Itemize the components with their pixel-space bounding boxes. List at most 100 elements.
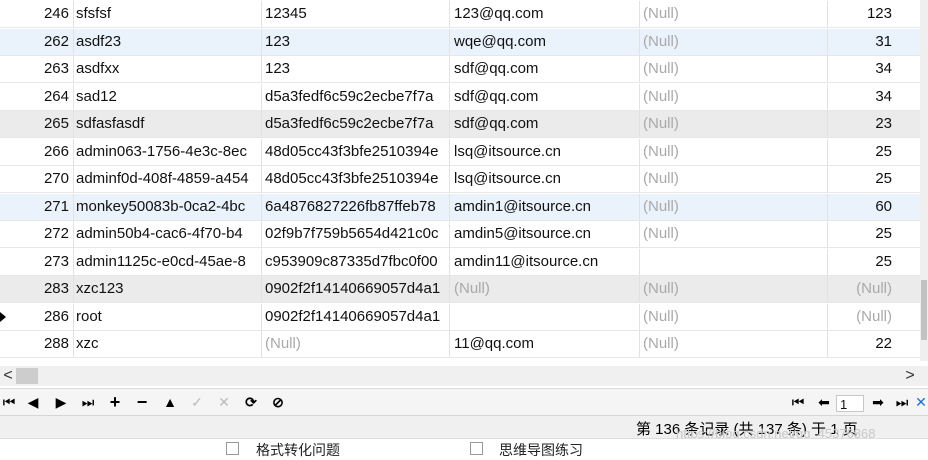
number-cell[interactable]: (Null) <box>828 276 920 302</box>
password-cell[interactable]: c953909c87335d7fbc0f00 <box>262 248 450 275</box>
value-cell[interactable]: (Null) <box>640 1 828 27</box>
row-id-cell[interactable]: 262 <box>10 28 74 55</box>
value-cell[interactable]: (Null) <box>640 166 828 192</box>
password-cell[interactable]: d5a3fedf6c59c2ecbe7f7a <box>262 83 450 110</box>
table-row[interactable]: 286 root 0902f2f14140669057d4a1 (Null) (Null… <box>0 303 920 331</box>
value-cell[interactable]: (Null) <box>640 276 828 302</box>
password-cell[interactable]: 0902f2f14140669057d4a1 <box>262 303 450 330</box>
first-record-icon[interactable]: ⏮ <box>0 391 18 413</box>
password-cell[interactable]: 48d05cc43f3bfe2510394e <box>262 138 450 165</box>
vertical-scrollbar[interactable] <box>920 0 928 361</box>
number-cell[interactable]: 25 <box>828 166 920 192</box>
scroll-left-arrow-icon[interactable]: < <box>0 366 16 386</box>
email-cell[interactable]: 11@qq.com <box>450 331 640 357</box>
password-cell[interactable]: d5a3fedf6c59c2ecbe7f7a <box>262 111 450 137</box>
username-cell[interactable]: admin1125c-e0cd-45ae-8 <box>74 248 262 275</box>
username-cell[interactable]: sdfasfasdf <box>74 111 262 137</box>
email-cell[interactable]: sdf@qq.com <box>450 83 640 110</box>
table-row[interactable]: 272 admin50b4-cac6-4f70-b4 02f9b7f759b5654… <box>0 221 920 248</box>
discard-changes-icon[interactable]: ✕ <box>215 391 233 413</box>
prev-record-icon[interactable]: ◀ <box>24 391 42 413</box>
value-cell[interactable]: (Null) <box>640 56 828 82</box>
row-id-cell[interactable]: 263 <box>10 56 74 82</box>
table-row[interactable]: 266 admin063-1756-4e3c-8ec 48d05cc43f3bfe2… <box>0 138 920 166</box>
table-row[interactable]: 262 asdf23 123 wqe@qq.com (Null) 31 <box>0 28 920 56</box>
item-checkbox[interactable] <box>226 442 239 455</box>
pager-first-icon[interactable]: ⏮ <box>788 391 808 413</box>
username-cell[interactable]: xzc <box>74 331 262 357</box>
move-up-icon[interactable]: ▲ <box>161 391 179 413</box>
apply-changes-icon[interactable]: ✓ <box>188 391 206 413</box>
username-cell[interactable]: admin063-1756-4e3c-8ec <box>74 138 262 165</box>
username-cell[interactable]: asdfxx <box>74 56 262 82</box>
email-cell[interactable]: lsq@itsource.cn <box>450 166 640 192</box>
value-cell[interactable]: (Null) <box>640 331 828 357</box>
email-cell[interactable]: amdin1@itsource.cn <box>450 193 640 220</box>
password-cell[interactable]: 48d05cc43f3bfe2510394e <box>262 166 450 192</box>
username-cell[interactable]: adminf0d-408f-4859-a454 <box>74 166 262 192</box>
row-id-cell[interactable]: 265 <box>10 111 74 137</box>
table-row[interactable]: 246 sfsfsf 12345 123@qq.com (Null) 123 <box>0 1 920 28</box>
table-row[interactable]: 265 sdfasfasdf d5a3fedf6c59c2ecbe7f7a sdf@q… <box>0 111 920 138</box>
username-cell[interactable]: monkey50083b-0ca2-4bc <box>74 193 262 220</box>
email-cell[interactable]: (Null) <box>450 276 640 302</box>
number-cell[interactable]: 31 <box>828 29 920 55</box>
password-cell[interactable]: 123 <box>262 56 450 82</box>
pager-prev-icon[interactable]: ⬅ <box>814 391 834 413</box>
pager-close-icon[interactable]: ✕ <box>914 391 928 413</box>
email-cell[interactable]: sdf@qq.com <box>450 111 640 137</box>
add-record-icon[interactable]: + <box>106 391 124 413</box>
row-id-cell[interactable]: 272 <box>10 221 74 247</box>
row-id-cell[interactable]: 271 <box>10 193 74 220</box>
table-row[interactable]: 288 xzc (Null) 11@qq.com (Null) 22 <box>0 331 920 358</box>
item-checkbox[interactable] <box>470 442 483 455</box>
page-number-input[interactable]: 1 <box>836 395 864 412</box>
number-cell[interactable]: 23 <box>828 111 920 137</box>
number-cell[interactable]: 25 <box>828 249 920 275</box>
username-cell[interactable]: xzc123 <box>74 276 262 302</box>
number-cell[interactable]: 22 <box>828 331 920 357</box>
password-cell[interactable]: 6a4876827226fb87ffeb78 <box>262 193 450 220</box>
password-cell[interactable]: 123 <box>262 28 450 55</box>
table-row[interactable]: 283 xzc123 0902f2f14140669057d4a1 (Null) (Nu… <box>0 276 920 303</box>
email-cell[interactable]: lsq@itsource.cn <box>450 138 640 165</box>
value-cell[interactable] <box>640 248 828 275</box>
username-cell[interactable]: sfsfsf <box>74 1 262 27</box>
row-id-cell[interactable]: 273 <box>10 248 74 275</box>
next-record-icon[interactable]: ▶ <box>52 391 70 413</box>
table-row[interactable]: 270 adminf0d-408f-4859-a454 48d05cc43f3bfe… <box>0 166 920 193</box>
password-cell[interactable]: 02f9b7f759b5654d421c0c <box>262 221 450 247</box>
pager-next-icon[interactable]: ➡ <box>868 391 888 413</box>
email-cell[interactable]: amdin5@itsource.cn <box>450 221 640 247</box>
scroll-right-arrow-icon[interactable]: > <box>902 366 918 386</box>
row-id-cell[interactable]: 266 <box>10 138 74 165</box>
password-cell[interactable]: 12345 <box>262 1 450 27</box>
vertical-scroll-thumb[interactable] <box>921 280 927 340</box>
number-cell[interactable]: 34 <box>828 56 920 82</box>
username-cell[interactable]: asdf23 <box>74 28 262 55</box>
pager-last-icon[interactable]: ⏭ <box>892 391 912 413</box>
table-row[interactable]: 264 sad12 d5a3fedf6c59c2ecbe7f7a sdf@qq.com… <box>0 83 920 111</box>
delete-record-icon[interactable]: − <box>133 391 151 413</box>
value-cell[interactable]: (Null) <box>640 28 828 55</box>
row-id-cell[interactable]: 283 <box>10 276 74 302</box>
horizontal-scroll-thumb[interactable] <box>16 368 38 384</box>
username-cell[interactable]: root <box>74 303 262 330</box>
refresh-icon[interactable]: ⟳ <box>242 391 260 413</box>
value-cell[interactable]: (Null) <box>640 303 828 330</box>
row-id-cell[interactable]: 264 <box>10 83 74 110</box>
last-record-icon[interactable]: ⏭ <box>79 391 97 413</box>
number-cell[interactable]: 34 <box>828 84 920 110</box>
row-id-cell[interactable]: 286 <box>10 303 74 330</box>
email-cell[interactable] <box>450 303 640 330</box>
email-cell[interactable]: wqe@qq.com <box>450 28 640 55</box>
value-cell[interactable]: (Null) <box>640 221 828 247</box>
row-id-cell[interactable]: 288 <box>10 331 74 357</box>
row-id-cell[interactable]: 270 <box>10 166 74 192</box>
value-cell[interactable]: (Null) <box>640 193 828 220</box>
table-row[interactable]: 271 monkey50083b-0ca2-4bc 6a4876827226fb87… <box>0 193 920 221</box>
horizontal-scrollbar[interactable]: < > <box>0 366 928 386</box>
value-cell[interactable]: (Null) <box>640 83 828 110</box>
number-cell[interactable]: 25 <box>828 221 920 247</box>
number-cell[interactable]: 123 <box>828 1 920 27</box>
